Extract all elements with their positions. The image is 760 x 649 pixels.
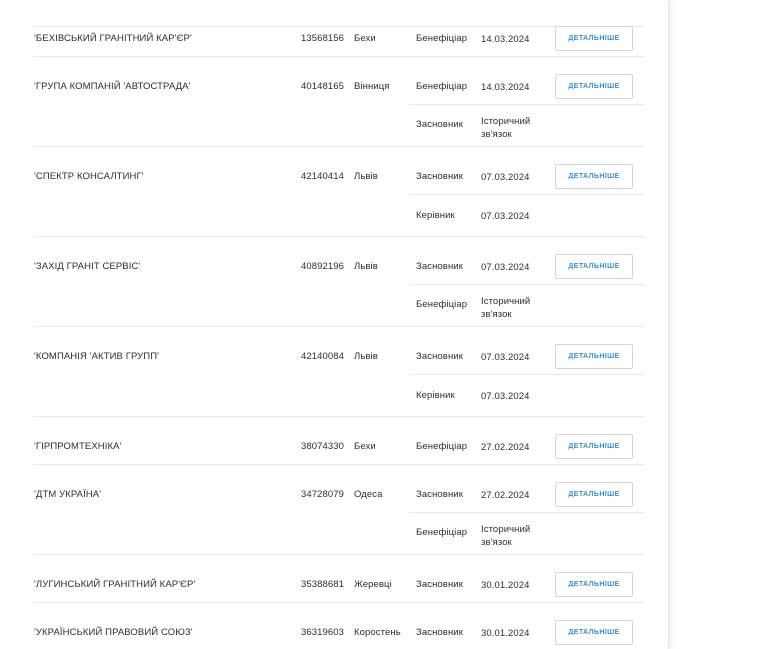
company-city: Львів bbox=[354, 171, 378, 182]
relation-role: Бенефіціар bbox=[416, 33, 468, 44]
relation-role: Засновник bbox=[416, 579, 463, 590]
company-name: 'СПЕКТР КОНСАЛТИНГ' bbox=[34, 171, 144, 182]
company-name: 'ГРУПА КОМПАНІЙ 'АВТОСТРАДА' bbox=[34, 81, 191, 92]
company-code: 38074330 bbox=[301, 441, 345, 452]
company-row: 'ГІРПРОМТЕХНІКА' 38074330 Бехи ДЕТАЛЬНІШЕ Бе… bbox=[0, 417, 668, 465]
company-main-line: 'БЕХІВСЬКИЙ ГРАНІТНИЙ КАР'ЄР' 13568156 Бех… bbox=[0, 9, 668, 57]
company-row: 'ДТМ УКРАЇНА' 34728079 Одеса ДЕТАЛЬНІШЕ Засн… bbox=[0, 465, 668, 555]
details-button[interactable]: ДЕТАЛЬНІШЕ bbox=[555, 620, 633, 645]
relation-date: 14.03.2024 bbox=[481, 34, 530, 45]
company-code: 40892196 bbox=[301, 261, 345, 272]
relation-date: 07.03.2024 bbox=[481, 172, 530, 183]
company-row: 'СПЕКТР КОНСАЛТИНГ' 42140414 Львів ДЕТАЛЬНІ… bbox=[0, 147, 668, 237]
company-main-line: 'КОМПАНІЯ 'АКТИВ ГРУПП' 42140084 Львів ДЕТА… bbox=[0, 327, 668, 375]
relation-role: Засновник bbox=[416, 261, 463, 272]
company-name: 'УКРАЇНСЬКИЙ ПРАВОВИЙ СОЮЗ' bbox=[34, 627, 193, 638]
company-city: Жеревці bbox=[354, 579, 392, 590]
relation-date: 07.03.2024 bbox=[481, 352, 530, 363]
company-city: Львів bbox=[354, 351, 378, 362]
company-relation-line: Керівник 07.03.2024 bbox=[0, 375, 668, 417]
relation-historical: Історичний зв'язок bbox=[481, 524, 531, 548]
details-button[interactable]: ДЕТАЛЬНІШЕ bbox=[555, 164, 633, 189]
relation-date: 27.02.2024 bbox=[481, 490, 530, 501]
relation-role: Засновник bbox=[416, 489, 463, 500]
relation-role: Засновник bbox=[416, 119, 463, 130]
company-city: Вінниця bbox=[354, 81, 390, 92]
company-city: Львів bbox=[354, 261, 378, 272]
related-companies-table: 'БЕХІВСЬКИЙ ГРАНІТНИЙ КАР'ЄР' 13568156 Бех… bbox=[0, 9, 668, 649]
company-main-line: 'ГРУПА КОМПАНІЙ 'АВТОСТРАДА' 40148165 Вінн… bbox=[0, 57, 668, 105]
relation-role: Засновник bbox=[416, 351, 463, 362]
company-main-line: 'ГІРПРОМТЕХНІКА' 38074330 Бехи ДЕТАЛЬНІШЕ Бе… bbox=[0, 417, 668, 465]
company-main-line: 'ДТМ УКРАЇНА' 34728079 Одеса ДЕТАЛЬНІШЕ Засн… bbox=[0, 465, 668, 513]
relation-date: 07.03.2024 bbox=[481, 211, 530, 222]
company-name: 'ЗАХІД ГРАНІТ СЕРВІС' bbox=[34, 261, 141, 272]
company-code: 42140414 bbox=[301, 171, 345, 182]
company-main-line: 'ЛУГИНСЬКИЙ ГРАНІТНИЙ КАР'ЄР' 35388681 Жер… bbox=[0, 555, 668, 603]
company-code: 40148165 bbox=[301, 81, 345, 92]
company-code: 13568156 bbox=[301, 33, 345, 44]
company-name: 'ДТМ УКРАЇНА' bbox=[34, 489, 102, 500]
relation-date: 30.01.2024 bbox=[481, 628, 530, 639]
company-name: 'БЕХІВСЬКИЙ ГРАНІТНИЙ КАР'ЄР' bbox=[34, 33, 192, 44]
relation-role: Бенефіціар bbox=[416, 299, 468, 310]
company-name: 'ГІРПРОМТЕХНІКА' bbox=[34, 441, 122, 452]
company-city: Бехи bbox=[354, 33, 376, 44]
related-companies-panel: 'БЕХІВСЬКИЙ ГРАНІТНИЙ КАР'ЄР' 13568156 Бех… bbox=[0, 0, 669, 649]
company-city: Одеса bbox=[354, 489, 383, 500]
company-code: 42140084 bbox=[301, 351, 345, 362]
relation-role: Керівник bbox=[416, 210, 455, 221]
company-city: Бехи bbox=[354, 441, 376, 452]
relation-role: Керівник bbox=[416, 390, 455, 401]
company-row: 'УКРАЇНСЬКИЙ ПРАВОВИЙ СОЮЗ' 36319603 Корос… bbox=[0, 603, 668, 649]
details-button[interactable]: ДЕТАЛЬНІШЕ bbox=[555, 74, 633, 99]
relation-role: Бенефіціар bbox=[416, 441, 468, 452]
relation-date: 07.03.2024 bbox=[481, 391, 530, 402]
relation-historical: Історичний зв'язок bbox=[481, 296, 531, 320]
company-row: 'ГРУПА КОМПАНІЙ 'АВТОСТРАДА' 40148165 Вінн… bbox=[0, 57, 668, 147]
company-main-line: 'СПЕКТР КОНСАЛТИНГ' 42140414 Львів ДЕТАЛЬНІ… bbox=[0, 147, 668, 195]
relation-date: 07.03.2024 bbox=[481, 262, 530, 273]
company-city: Коростень bbox=[354, 627, 401, 638]
company-relation-line: Бенефіціар Історичний зв'язок bbox=[0, 285, 668, 327]
company-row: 'КОМПАНІЯ 'АКТИВ ГРУПП' 42140084 Львів ДЕТА… bbox=[0, 327, 668, 417]
details-button[interactable]: ДЕТАЛЬНІШЕ bbox=[555, 254, 633, 279]
company-main-line: 'УКРАЇНСЬКИЙ ПРАВОВИЙ СОЮЗ' 36319603 Корос… bbox=[0, 603, 668, 649]
relation-role: Бенефіціар bbox=[416, 81, 468, 92]
company-code: 36319603 bbox=[301, 627, 345, 638]
details-button[interactable]: ДЕТАЛЬНІШЕ bbox=[555, 344, 633, 369]
company-row: 'ЛУГИНСЬКИЙ ГРАНІТНИЙ КАР'ЄР' 35388681 Жер… bbox=[0, 555, 668, 603]
details-button[interactable]: ДЕТАЛЬНІШЕ bbox=[555, 482, 633, 507]
company-row: 'БЕХІВСЬКИЙ ГРАНІТНИЙ КАР'ЄР' 13568156 Бех… bbox=[0, 9, 668, 57]
relation-role: Засновник bbox=[416, 627, 463, 638]
company-code: 34728079 bbox=[301, 489, 345, 500]
relation-date: 27.02.2024 bbox=[481, 442, 530, 453]
company-main-line: 'ЗАХІД ГРАНІТ СЕРВІС' 40892196 Львів ДЕТАЛЬ… bbox=[0, 237, 668, 285]
relation-date: 30.01.2024 bbox=[481, 580, 530, 591]
details-button[interactable]: ДЕТАЛЬНІШЕ bbox=[555, 572, 633, 597]
company-name: 'КОМПАНІЯ 'АКТИВ ГРУПП' bbox=[34, 351, 160, 362]
company-relation-line: Керівник 07.03.2024 bbox=[0, 195, 668, 237]
company-code: 35388681 bbox=[301, 579, 345, 590]
relation-date: 14.03.2024 bbox=[481, 82, 530, 93]
relation-role: Засновник bbox=[416, 171, 463, 182]
company-name: 'ЛУГИНСЬКИЙ ГРАНІТНИЙ КАР'ЄР' bbox=[34, 579, 196, 590]
relation-historical: Історичний зв'язок bbox=[481, 116, 531, 140]
details-button[interactable]: ДЕТАЛЬНІШЕ bbox=[555, 434, 633, 459]
company-row: 'ЗАХІД ГРАНІТ СЕРВІС' 40892196 Львів ДЕТАЛЬ… bbox=[0, 237, 668, 327]
company-relation-line: Бенефіціар Історичний зв'язок bbox=[0, 513, 668, 555]
details-button[interactable]: ДЕТАЛЬНІШЕ bbox=[555, 26, 633, 51]
company-relation-line: Засновник Історичний зв'язок bbox=[0, 105, 668, 147]
relation-role: Бенефіціар bbox=[416, 527, 468, 538]
